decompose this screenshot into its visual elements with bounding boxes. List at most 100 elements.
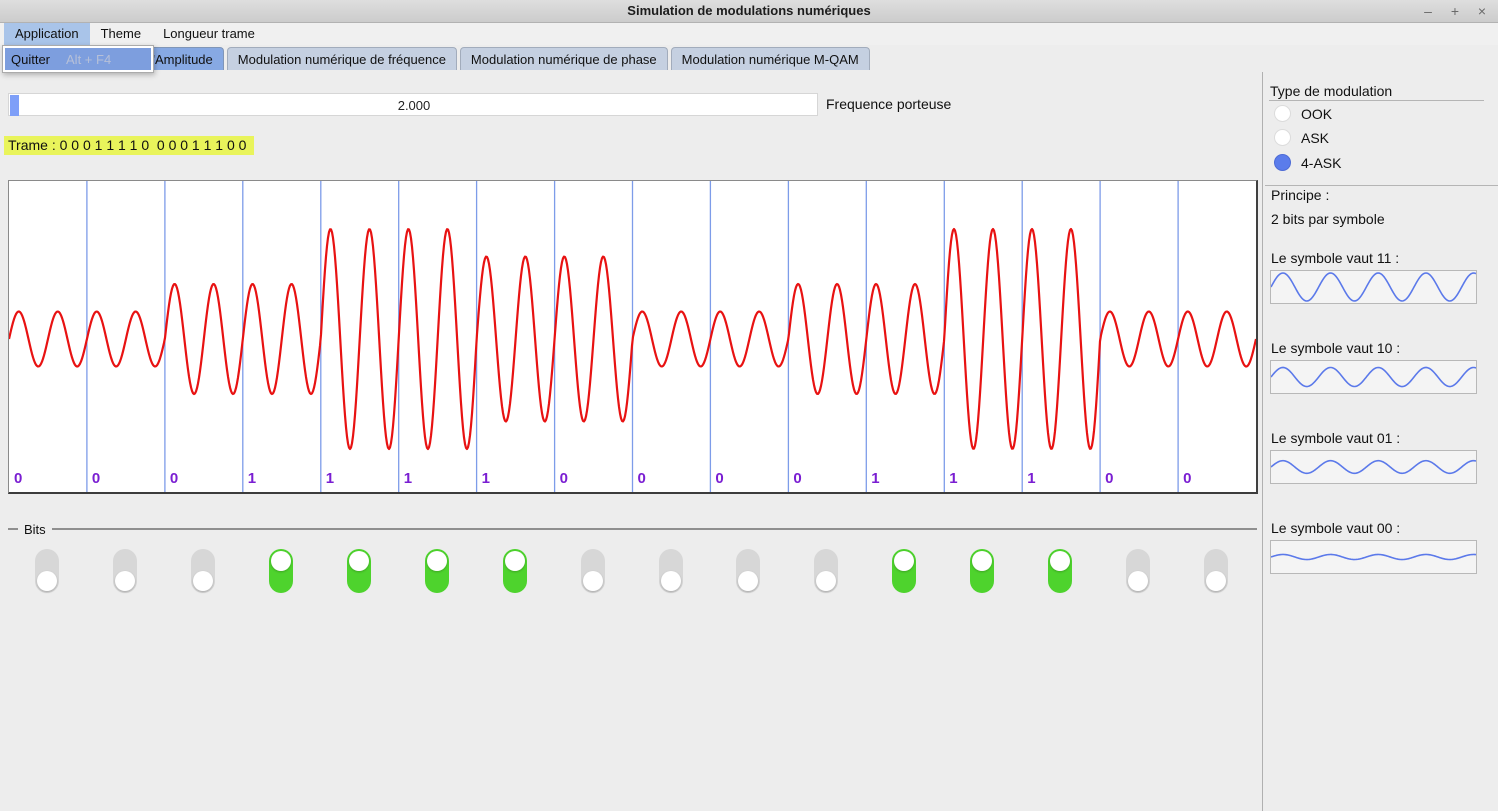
bit-toggle-7[interactable]: [581, 549, 605, 593]
close-icon[interactable]: ×: [1476, 3, 1488, 19]
bit-value-label: 1: [404, 470, 412, 487]
toggle-knob: [1206, 571, 1226, 591]
radio-option-ask[interactable]: ASK: [1274, 129, 1329, 146]
toggle-knob: [816, 571, 836, 591]
toggle-knob: [427, 551, 447, 571]
modulated-signal-plot: 0 0 0 1 1 1 1 0 0 0 0 1 1 1 0 0: [8, 180, 1258, 494]
toggle-knob: [661, 571, 681, 591]
radio-label: ASK: [1301, 130, 1329, 146]
menu-item-quitter-shortcut: Alt + F4: [66, 52, 111, 67]
window-title: Simulation de modulations numériques: [0, 0, 1498, 22]
bit-value-label: 1: [326, 470, 334, 487]
application-menu-popup: QuitterAlt + F4: [2, 45, 154, 73]
modulation-type-panel: Type de modulation Principe : 2 bits par…: [1265, 74, 1498, 811]
bit-toggle-14[interactable]: [1126, 549, 1150, 593]
bit-value-label: 0: [14, 470, 22, 487]
signal-svg: 0 0 0 1 1 1 1 0 0 0 0 1 1 1 0 0: [9, 181, 1256, 492]
symbol-wave-svg: [1271, 451, 1476, 483]
bit-toggle-9[interactable]: [736, 549, 760, 593]
principle-value: 2 bits par symbole: [1271, 211, 1385, 227]
menu-bar: ApplicationThemeLongueur trame: [0, 23, 1498, 45]
tab-3[interactable]: Modulation numérique M-QAM: [671, 47, 870, 70]
bit-value-label: 0: [92, 470, 100, 487]
bits-group-title: Bits: [24, 522, 46, 537]
bits-group-header: Bits: [8, 522, 1257, 536]
tab-2[interactable]: Modulation numérique de phase: [460, 47, 668, 70]
menu-item-theme[interactable]: Theme: [90, 23, 152, 45]
bit-value-label: 1: [248, 470, 256, 487]
bit-toggle-6[interactable]: [503, 549, 527, 593]
bit-toggle-13[interactable]: [1048, 549, 1072, 593]
toggle-knob: [271, 551, 291, 571]
bit-value-label: 0: [560, 470, 568, 487]
radio-icon: [1274, 105, 1291, 122]
title-bar: Simulation de modulations numériques – +…: [0, 0, 1498, 23]
symbol-waveform: [1271, 461, 1476, 474]
radio-label: OOK: [1301, 106, 1332, 122]
minimize-icon[interactable]: –: [1422, 3, 1434, 19]
radio-icon: [1274, 154, 1291, 171]
symbol-example-wave-0: [1270, 270, 1477, 304]
bit-value-label: 1: [871, 470, 879, 487]
radio-label: 4-ASK: [1301, 155, 1341, 171]
toggle-knob: [738, 571, 758, 591]
toggle-knob: [1128, 571, 1148, 591]
bit-value-label: 0: [1105, 470, 1113, 487]
menu-item-longueur-trame[interactable]: Longueur trame: [152, 23, 266, 45]
symbol-example-wave-2: [1270, 450, 1477, 484]
bit-toggle-1[interactable]: [113, 549, 137, 593]
symbol-wave-svg: [1271, 271, 1476, 303]
principle-label: Principe :: [1271, 187, 1329, 203]
bit-toggle-4[interactable]: [347, 549, 371, 593]
modulation-type-title: Type de modulation: [1270, 83, 1392, 99]
panel-separator: [1262, 72, 1263, 811]
bit-value-label: 1: [482, 470, 490, 487]
bit-toggle-0[interactable]: [35, 549, 59, 593]
maximize-icon[interactable]: +: [1449, 3, 1461, 19]
carrier-frequency-slider[interactable]: 2.000: [8, 93, 818, 116]
radio-icon: [1274, 129, 1291, 146]
bit-toggle-11[interactable]: [892, 549, 916, 593]
bit-value-label: 1: [949, 470, 957, 487]
trame-prefix: Trame :: [8, 137, 60, 153]
bit-value-label: 0: [715, 470, 723, 487]
radio-option-4-ask[interactable]: 4-ASK: [1274, 154, 1341, 171]
bit-value-label: 0: [793, 470, 801, 487]
symbol-example-label-1: Le symbole vaut 10 :: [1271, 340, 1400, 356]
bit-toggle-12[interactable]: [970, 549, 994, 593]
bit-value-label: 0: [1183, 470, 1191, 487]
modulation-type-underline: [1269, 100, 1484, 101]
bit-toggle-10[interactable]: [814, 549, 838, 593]
symbol-wave-svg: [1271, 361, 1476, 393]
tab-1[interactable]: Modulation numérique de fréquence: [227, 47, 457, 70]
carrier-frequency-label: Frequence porteuse: [826, 93, 951, 116]
trame-bits: 0 0 0 1 1 1 1 0 0 0 0 1 1 1 0 0: [60, 137, 247, 153]
symbol-example-wave-3: [1270, 540, 1477, 574]
symbol-example-wave-1: [1270, 360, 1477, 394]
radio-option-ook[interactable]: OOK: [1274, 105, 1332, 122]
bit-value-label: 1: [1027, 470, 1035, 487]
toggle-knob: [115, 571, 135, 591]
symbol-waveform: [1271, 273, 1476, 301]
window-controls: – + ×: [1422, 0, 1488, 22]
bit-value-label: 0: [170, 470, 178, 487]
bit-value-label: 0: [638, 470, 646, 487]
symbol-example-label-3: Le symbole vaut 00 :: [1271, 520, 1400, 536]
toggle-knob: [1050, 551, 1070, 571]
toggle-knob: [894, 551, 914, 571]
toggle-knob: [505, 551, 525, 571]
bits-group-rule: [52, 528, 1257, 530]
bit-toggle-2[interactable]: [191, 549, 215, 593]
bits-group-dash: [8, 528, 18, 530]
bit-toggle-3[interactable]: [269, 549, 293, 593]
toggle-knob: [193, 571, 213, 591]
menu-item-application[interactable]: Application: [4, 23, 90, 45]
bit-toggle-5[interactable]: [425, 549, 449, 593]
bit-toggle-8[interactable]: [659, 549, 683, 593]
carrier-frequency-row: 2.000 Frequence porteuse: [8, 93, 1257, 116]
menu-item-quitter[interactable]: QuitterAlt + F4: [5, 48, 151, 70]
symbol-waveform: [1271, 554, 1476, 559]
bit-toggle-15[interactable]: [1204, 549, 1228, 593]
bit-toggles: [8, 549, 1257, 595]
symbol-wave-svg: [1271, 541, 1476, 573]
